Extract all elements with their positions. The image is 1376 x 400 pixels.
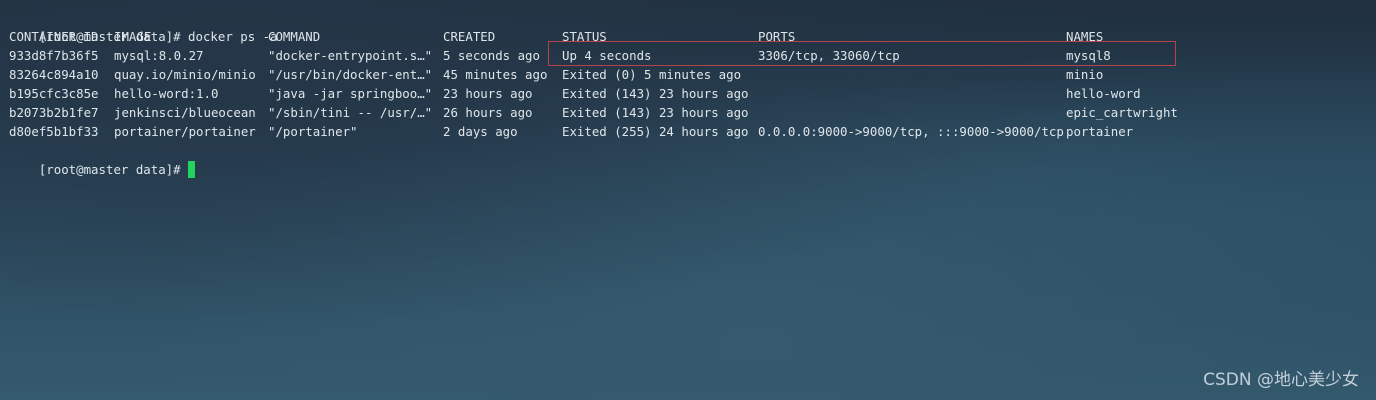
container-command: "java -jar springboo…": [268, 86, 433, 101]
container-name: hello-word: [1066, 86, 1141, 101]
watermark: CSDN @地心美少女: [1203, 370, 1359, 390]
table-row: b195cfc3c85e hello-word:1.0 "java -jar s…: [9, 84, 1376, 103]
terminal-output[interactable]: [root@master data]# docker ps -a CONTAIN…: [9, 8, 1376, 400]
header-image: IMAGE: [114, 29, 152, 44]
container-status: Exited (143) 23 hours ago: [562, 86, 749, 101]
container-status: Exited (255) 24 hours ago: [562, 124, 749, 139]
container-created: 5 seconds ago: [443, 48, 540, 63]
header-container-id: CONTAINER ID: [9, 29, 99, 44]
container-status: Up 4 seconds: [562, 48, 652, 63]
container-name: epic_cartwright: [1066, 105, 1178, 120]
container-image: hello-word:1.0: [114, 86, 219, 101]
container-image: mysql:8.0.27: [114, 48, 204, 63]
table-row: d80ef5b1bf33 portainer/portainer "/porta…: [9, 122, 1376, 141]
container-name: portainer: [1066, 124, 1134, 139]
table-row: 933d8f7b36f5 mysql:8.0.27 "docker-entryp…: [9, 46, 1376, 65]
container-created: 2 days ago: [443, 124, 518, 139]
container-command: "/portainer": [268, 124, 358, 139]
container-id: b2073b2b1fe7: [9, 105, 99, 120]
prompt-line[interactable]: [root@master data]#: [9, 141, 1376, 178]
container-id: 83264c894a10: [9, 67, 99, 82]
container-image: jenkinsci/blueocean: [114, 105, 256, 120]
header-names: NAMES: [1066, 29, 1104, 44]
container-id: 933d8f7b36f5: [9, 48, 99, 63]
container-created: 26 hours ago: [443, 105, 533, 120]
prompt-text: [root@master data]#: [38, 162, 189, 177]
container-ports: 0.0.0.0:9000->9000/tcp, :::9000->9000/tc…: [758, 124, 1064, 139]
container-ports: 3306/tcp, 33060/tcp: [758, 48, 900, 63]
table-header-row: CONTAINER ID IMAGE COMMAND CREATED STATU…: [9, 27, 1376, 46]
container-status: Exited (0) 5 minutes ago: [562, 67, 742, 82]
table-row: 83264c894a10 quay.io/minio/minio "/usr/b…: [9, 65, 1376, 84]
container-name: mysql8: [1066, 48, 1111, 63]
command-line: [root@master data]# docker ps -a: [9, 8, 1376, 44]
header-ports: PORTS: [758, 29, 796, 44]
container-image: portainer/portainer: [114, 124, 256, 139]
header-command: COMMAND: [268, 29, 321, 44]
table-row: b2073b2b1fe7 jenkinsci/blueocean "/sbin/…: [9, 103, 1376, 122]
header-status: STATUS: [562, 29, 607, 44]
container-command: "docker-entrypoint.s…": [268, 48, 433, 63]
terminal-cursor: [188, 161, 196, 178]
container-status: Exited (143) 23 hours ago: [562, 105, 749, 120]
container-name: minio: [1066, 67, 1104, 82]
container-id: d80ef5b1bf33: [9, 124, 99, 139]
container-command: "/usr/bin/docker-ent…": [268, 67, 433, 82]
header-created: CREATED: [443, 29, 496, 44]
container-command: "/sbin/tini -- /usr/…": [268, 105, 433, 120]
container-created: 45 minutes ago: [443, 67, 548, 82]
container-image: quay.io/minio/minio: [114, 67, 256, 82]
container-created: 23 hours ago: [443, 86, 533, 101]
container-id: b195cfc3c85e: [9, 86, 99, 101]
